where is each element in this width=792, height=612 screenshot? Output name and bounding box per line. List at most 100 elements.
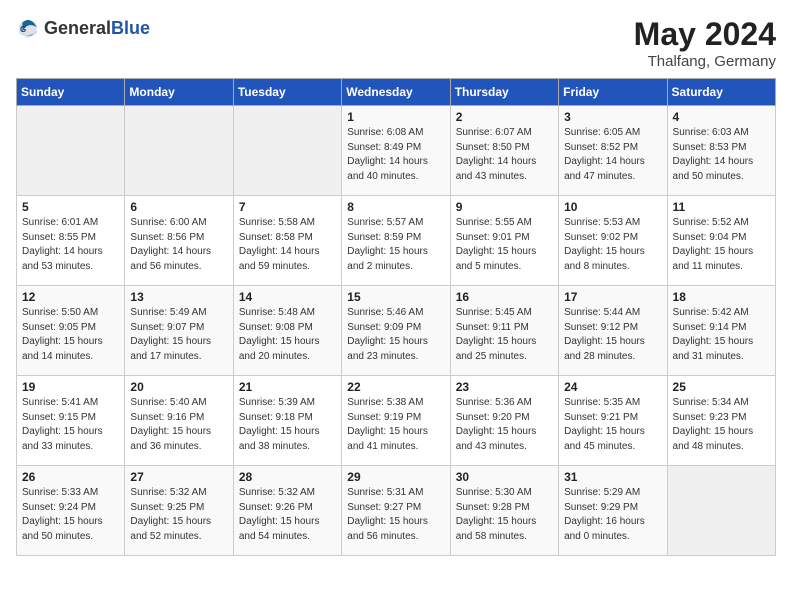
header-wednesday: Wednesday — [342, 79, 450, 106]
day-info: Sunrise: 5:33 AM Sunset: 9:24 PM Dayligh… — [22, 486, 119, 544]
day-number: 4 — [673, 110, 770, 124]
calendar-cell: 19Sunrise: 5:41 AM Sunset: 9:15 PM Dayli… — [17, 376, 125, 466]
calendar-cell: 6 Sunrise: 6:00 AM Sunset: 8:56 PM Daylig… — [125, 196, 233, 286]
title-block: May 2024 Thalfang, Germany — [634, 16, 776, 70]
calendar-cell: 17 Sunrise: 5:44 AM Sunset: 9:12 PM Dayli… — [559, 286, 667, 376]
calendar-cell: 4 Sunrise: 6:03 AM Sunset: 8:53 PM Daylig… — [667, 106, 775, 196]
day-info: Sunrise: 6:07 AM Sunset: 8:50 PM Dayligh… — [456, 126, 553, 184]
day-info: Sunrise: 5:55 AM Sunset: 9:01 PM Dayligh… — [456, 216, 553, 274]
day-info: Sunrise: 5:49 AM Sunset: 9:07 PM Dayligh… — [130, 306, 227, 364]
day-info: Sunrise: 5:35 AM Sunset: 9:21 PM Dayligh… — [564, 396, 661, 454]
calendar-cell: 27 Sunrise: 5:32 AM Sunset: 9:25 PM Dayli… — [125, 466, 233, 556]
calendar-cell: 14 Sunrise: 5:48 AM Sunset: 9:08 PM Dayli… — [233, 286, 341, 376]
day-info: Sunrise: 5:38 AM Sunset: 9:19 PM Dayligh… — [347, 396, 444, 454]
calendar-cell: 1 Sunrise: 6:08 AM Sunset: 8:49 PM Daylig… — [342, 106, 450, 196]
calendar-week-3: 12 Sunrise: 5:50 AM Sunset: 9:05 PM Dayli… — [17, 286, 776, 376]
calendar-cell: 7Sunrise: 5:58 AM Sunset: 8:58 PM Daylig… — [233, 196, 341, 286]
calendar-cell: 22 Sunrise: 5:38 AM Sunset: 9:19 PM Dayli… — [342, 376, 450, 466]
calendar-cell: 11 Sunrise: 5:52 AM Sunset: 9:04 PM Dayli… — [667, 196, 775, 286]
day-info: Sunrise: 5:32 AM Sunset: 9:25 PM Dayligh… — [130, 486, 227, 544]
day-number: 11 — [673, 200, 770, 214]
header-tuesday: Tuesday — [233, 79, 341, 106]
header-friday: Friday — [559, 79, 667, 106]
day-number: 30 — [456, 470, 553, 484]
calendar-cell — [667, 466, 775, 556]
day-info: Sunrise: 5:42 AM Sunset: 9:14 PM Dayligh… — [673, 306, 770, 364]
page-header: G GeneralBlue May 2024 Thalfang, Germany — [16, 16, 776, 70]
day-number: 12 — [22, 290, 119, 304]
day-number: 31 — [564, 470, 661, 484]
day-number: 17 — [564, 290, 661, 304]
day-number: 6 — [130, 200, 227, 214]
calendar-cell: 3 Sunrise: 6:05 AM Sunset: 8:52 PM Daylig… — [559, 106, 667, 196]
calendar-cell: 23 Sunrise: 5:36 AM Sunset: 9:20 PM Dayli… — [450, 376, 558, 466]
header-monday: Monday — [125, 79, 233, 106]
calendar-body: 1 Sunrise: 6:08 AM Sunset: 8:49 PM Daylig… — [17, 106, 776, 556]
day-number: 7 — [239, 200, 336, 214]
day-number: 3 — [564, 110, 661, 124]
day-number: 19 — [22, 380, 119, 394]
day-number: 21 — [239, 380, 336, 394]
calendar-cell: 21 Sunrise: 5:39 AM Sunset: 9:18 PM Dayli… — [233, 376, 341, 466]
calendar-cell: 15Sunrise: 5:46 AM Sunset: 9:09 PM Dayli… — [342, 286, 450, 376]
day-number: 9 — [456, 200, 553, 214]
day-number: 10 — [564, 200, 661, 214]
day-number: 14 — [239, 290, 336, 304]
day-number: 23 — [456, 380, 553, 394]
logo-text: GeneralBlue — [44, 18, 150, 39]
day-number: 13 — [130, 290, 227, 304]
day-info: Sunrise: 5:29 AM Sunset: 9:29 PM Dayligh… — [564, 486, 661, 544]
day-info: Sunrise: 6:00 AM Sunset: 8:56 PM Dayligh… — [130, 216, 227, 274]
calendar-cell: 31 Sunrise: 5:29 AM Sunset: 9:29 PM Dayli… — [559, 466, 667, 556]
calendar-week-5: 26Sunrise: 5:33 AM Sunset: 9:24 PM Dayli… — [17, 466, 776, 556]
day-number: 20 — [130, 380, 227, 394]
day-number: 15 — [347, 290, 444, 304]
day-info: Sunrise: 6:01 AM Sunset: 8:55 PM Dayligh… — [22, 216, 119, 274]
day-info: Sunrise: 5:40 AM Sunset: 9:16 PM Dayligh… — [130, 396, 227, 454]
day-info: Sunrise: 5:36 AM Sunset: 9:20 PM Dayligh… — [456, 396, 553, 454]
day-info: Sunrise: 5:50 AM Sunset: 9:05 PM Dayligh… — [22, 306, 119, 364]
weekday-header-row: Sunday Monday Tuesday Wednesday Thursday… — [17, 79, 776, 106]
calendar-header: Sunday Monday Tuesday Wednesday Thursday… — [17, 79, 776, 106]
calendar-cell: 18 Sunrise: 5:42 AM Sunset: 9:14 PM Dayli… — [667, 286, 775, 376]
calendar-cell: 2Sunrise: 6:07 AM Sunset: 8:50 PM Daylig… — [450, 106, 558, 196]
logo-general: General — [44, 18, 111, 38]
calendar-cell: 30Sunrise: 5:30 AM Sunset: 9:28 PM Dayli… — [450, 466, 558, 556]
day-number: 22 — [347, 380, 444, 394]
logo-blue: Blue — [111, 18, 150, 38]
day-number: 29 — [347, 470, 444, 484]
day-info: Sunrise: 5:44 AM Sunset: 9:12 PM Dayligh… — [564, 306, 661, 364]
calendar-cell — [233, 106, 341, 196]
logo: G GeneralBlue — [16, 16, 150, 40]
day-info: Sunrise: 5:31 AM Sunset: 9:27 PM Dayligh… — [347, 486, 444, 544]
calendar-cell: 28Sunrise: 5:32 AM Sunset: 9:26 PM Dayli… — [233, 466, 341, 556]
calendar-cell: 29 Sunrise: 5:31 AM Sunset: 9:27 PM Dayli… — [342, 466, 450, 556]
day-number: 1 — [347, 110, 444, 124]
calendar-cell: 26Sunrise: 5:33 AM Sunset: 9:24 PM Dayli… — [17, 466, 125, 556]
day-number: 27 — [130, 470, 227, 484]
day-info: Sunrise: 5:39 AM Sunset: 9:18 PM Dayligh… — [239, 396, 336, 454]
day-info: Sunrise: 5:48 AM Sunset: 9:08 PM Dayligh… — [239, 306, 336, 364]
calendar-location: Thalfang, Germany — [634, 53, 776, 70]
calendar-cell: 24 Sunrise: 5:35 AM Sunset: 9:21 PM Dayli… — [559, 376, 667, 466]
day-info: Sunrise: 5:45 AM Sunset: 9:11 PM Dayligh… — [456, 306, 553, 364]
header-thursday: Thursday — [450, 79, 558, 106]
calendar-cell: 13 Sunrise: 5:49 AM Sunset: 9:07 PM Dayli… — [125, 286, 233, 376]
calendar-cell: 8Sunrise: 5:57 AM Sunset: 8:59 PM Daylig… — [342, 196, 450, 286]
logo-icon: G — [16, 16, 40, 40]
calendar-cell: 16Sunrise: 5:45 AM Sunset: 9:11 PM Dayli… — [450, 286, 558, 376]
day-info: Sunrise: 6:08 AM Sunset: 8:49 PM Dayligh… — [347, 126, 444, 184]
day-info: Sunrise: 5:32 AM Sunset: 9:26 PM Dayligh… — [239, 486, 336, 544]
calendar-title: May 2024 — [634, 16, 776, 53]
day-info: Sunrise: 6:03 AM Sunset: 8:53 PM Dayligh… — [673, 126, 770, 184]
calendar-week-1: 1 Sunrise: 6:08 AM Sunset: 8:49 PM Daylig… — [17, 106, 776, 196]
day-number: 18 — [673, 290, 770, 304]
svg-text:G: G — [20, 25, 26, 34]
day-info: Sunrise: 6:05 AM Sunset: 8:52 PM Dayligh… — [564, 126, 661, 184]
day-info: Sunrise: 5:52 AM Sunset: 9:04 PM Dayligh… — [673, 216, 770, 274]
calendar-cell: 25Sunrise: 5:34 AM Sunset: 9:23 PM Dayli… — [667, 376, 775, 466]
day-number: 24 — [564, 380, 661, 394]
calendar-week-2: 5Sunrise: 6:01 AM Sunset: 8:55 PM Daylig… — [17, 196, 776, 286]
calendar-table: Sunday Monday Tuesday Wednesday Thursday… — [16, 78, 776, 556]
day-number: 8 — [347, 200, 444, 214]
